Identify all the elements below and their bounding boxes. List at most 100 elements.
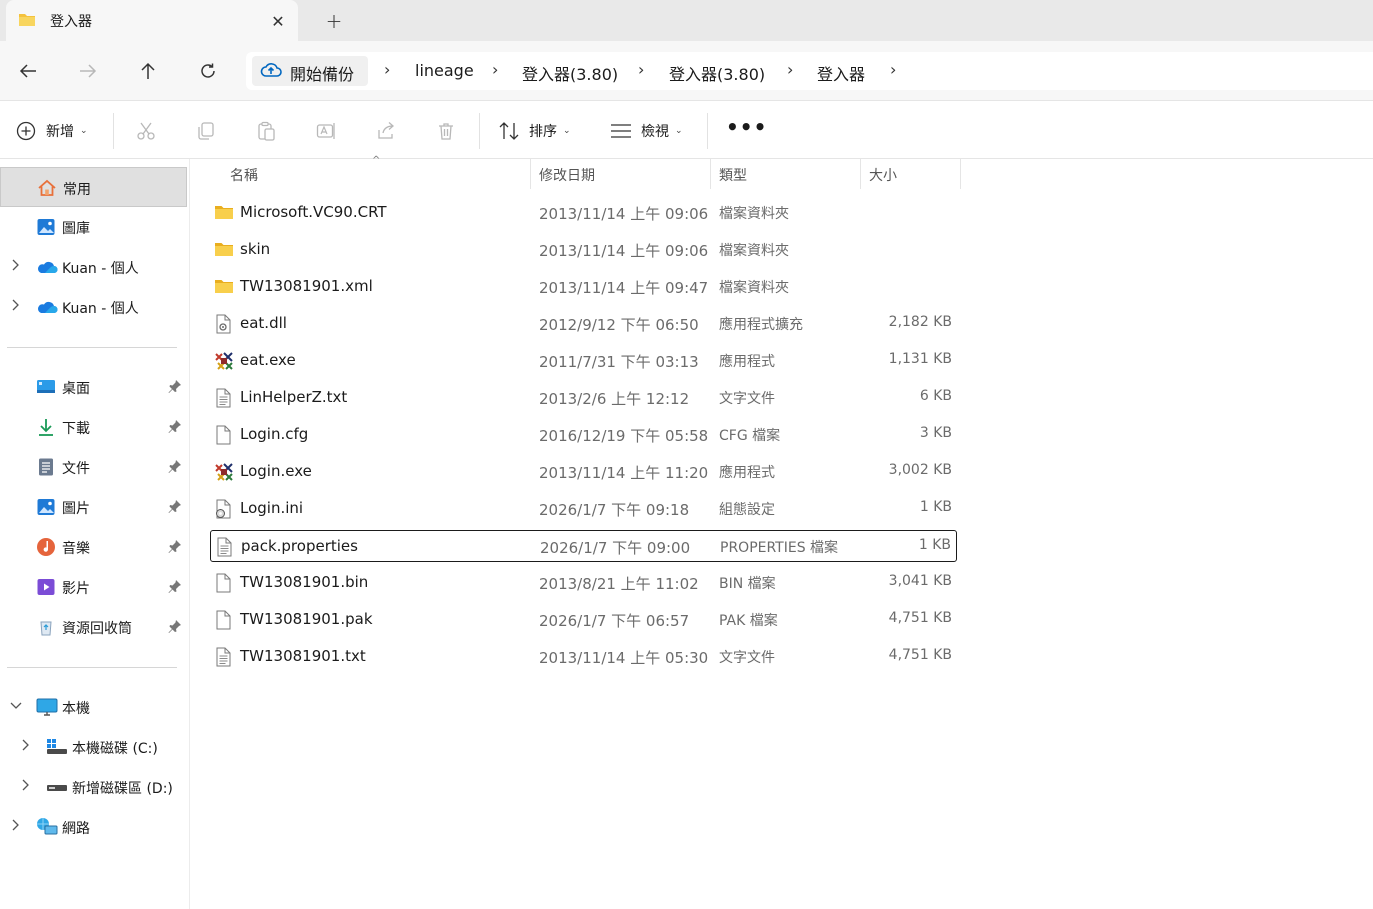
sidebar-item-videos[interactable]: 影片 xyxy=(0,567,187,607)
chevron-down-icon: ⌄ xyxy=(675,126,683,136)
chevron-right-icon[interactable]: › xyxy=(492,60,498,79)
blank-file-icon xyxy=(214,610,234,630)
sidebar-item-onedrive[interactable]: Kuan - 個人 xyxy=(0,247,187,287)
sidebar-item-label: 常用 xyxy=(63,182,91,198)
sort-label: 排序 xyxy=(529,124,557,140)
chevron-down-icon[interactable] xyxy=(10,699,22,713)
sidebar-item-label: 桌面 xyxy=(62,381,90,397)
column-divider[interactable] xyxy=(960,159,961,189)
sidebar-item-pictures[interactable]: 圖片 xyxy=(0,487,187,527)
column-header-modified[interactable]: 修改日期 xyxy=(539,165,595,185)
share-icon[interactable] xyxy=(375,120,397,142)
file-row[interactable]: Login.ini 2026/1/7 下午 09:18 組態設定 1 KB xyxy=(210,493,957,525)
blank-file-icon xyxy=(214,425,234,445)
file-modified-date: 2016/12/19 下午 05:58 xyxy=(539,427,709,445)
file-row[interactable]: eat.exe 2011/7/31 下午 03:13 應用程式 1,131 KB xyxy=(210,345,957,377)
sort-button[interactable]: 排序 ⌄ xyxy=(498,118,571,144)
network-icon xyxy=(36,817,58,837)
column-divider[interactable] xyxy=(530,159,531,189)
chevron-right-icon[interactable]: › xyxy=(787,60,793,79)
documents-icon xyxy=(36,457,56,477)
chevron-right-icon[interactable] xyxy=(10,259,20,274)
sidebar-item-music[interactable]: 音樂 xyxy=(0,527,187,567)
file-row[interactable]: TW13081901.bin 2013/8/21 上午 11:02 BIN 檔案 3,… xyxy=(210,567,957,599)
file-row[interactable]: Login.cfg 2016/12/19 下午 05:58 CFG 檔案 3 KB xyxy=(210,419,957,451)
gallery-icon xyxy=(36,217,56,237)
file-row[interactable]: Microsoft.VC90.CRT 2013/11/14 上午 09:06 檔案資… xyxy=(210,197,957,229)
pin-icon[interactable] xyxy=(168,619,182,637)
forward-arrow-icon xyxy=(80,64,97,78)
sidebar-item-home[interactable]: 常用 xyxy=(0,167,187,207)
breadcrumb-root[interactable]: 開始備份 xyxy=(252,56,368,86)
refresh-button[interactable] xyxy=(192,55,224,87)
sidebar-item-documents[interactable]: 文件 xyxy=(0,447,187,487)
text-file-icon xyxy=(215,537,235,557)
breadcrumb-item[interactable]: lineage xyxy=(415,61,474,80)
column-header-name[interactable]: 名稱 xyxy=(230,165,258,185)
breadcrumb-item[interactable]: 登入器(3.80) xyxy=(522,61,618,85)
file-modified-date: 2013/11/14 上午 09:06 xyxy=(539,242,709,260)
sidebar-item-this-pc[interactable]: 本機 xyxy=(0,687,187,727)
sidebar-item-downloads[interactable]: 下載 xyxy=(0,407,187,447)
rename-icon[interactable] xyxy=(315,120,337,142)
sidebar-item-drive-d[interactable]: 新增磁碟區 (D:) xyxy=(0,767,187,807)
new-button[interactable]: 新增 ⌄ xyxy=(16,118,88,144)
breadcrumb-item-current[interactable]: 登入器 xyxy=(817,61,865,85)
pin-icon[interactable] xyxy=(168,419,182,437)
column-divider[interactable] xyxy=(710,159,711,189)
file-modified-date: 2026/1/7 下午 09:18 xyxy=(539,501,690,519)
dll-file-icon xyxy=(214,314,234,334)
up-button[interactable] xyxy=(132,55,164,87)
sidebar-item-drive-c[interactable]: 本機磁碟 (C:) xyxy=(0,727,187,767)
chevron-right-icon[interactable]: › xyxy=(638,60,644,79)
file-row[interactable]: Login.exe 2013/11/14 上午 11:20 應用程式 3,002 KB xyxy=(210,456,957,488)
chevron-right-icon[interactable] xyxy=(10,819,20,834)
file-row[interactable]: TW13081901.xml 2013/11/14 上午 09:47 檔案資料夾 xyxy=(210,271,957,303)
chevron-right-icon[interactable]: › xyxy=(384,60,390,79)
forward-button[interactable] xyxy=(72,55,104,87)
back-button[interactable] xyxy=(12,55,44,87)
file-row[interactable]: skin 2013/11/14 上午 09:06 檔案資料夾 xyxy=(210,234,957,266)
folder-icon xyxy=(214,203,234,223)
sidebar-item-label: 音樂 xyxy=(62,541,90,557)
file-modified-date: 2013/11/14 上午 09:47 xyxy=(539,279,709,297)
tab-current[interactable]: 登入器 ✕ xyxy=(6,0,298,41)
copy-icon[interactable] xyxy=(195,120,217,142)
chevron-right-icon[interactable] xyxy=(20,739,30,754)
file-modified-date: 2012/9/12 下午 06:50 xyxy=(539,316,699,334)
view-button[interactable]: 檢視 ⌄ xyxy=(610,118,683,144)
file-row[interactable]: eat.dll 2012/9/12 下午 06:50 應用程式擴充 2,182 KB xyxy=(210,308,957,340)
column-header-type[interactable]: 類型 xyxy=(719,165,747,185)
sidebar-item-desktop[interactable]: 桌面 xyxy=(0,367,187,407)
close-tab-icon[interactable]: ✕ xyxy=(266,9,290,33)
pin-icon[interactable] xyxy=(168,539,182,557)
chevron-right-icon[interactable] xyxy=(20,779,30,794)
chevron-right-icon[interactable]: › xyxy=(890,60,896,79)
cut-icon[interactable] xyxy=(135,120,157,142)
column-header-size[interactable]: 大小 xyxy=(869,165,897,185)
pin-icon[interactable] xyxy=(168,499,182,517)
file-row[interactable]: TW13081901.txt 2013/11/14 上午 05:30 文字文件 4,7… xyxy=(210,641,957,673)
new-tab-button[interactable]: + xyxy=(320,7,348,35)
sidebar-item-gallery[interactable]: 圖庫 xyxy=(0,207,187,247)
chevron-down-icon: ⌄ xyxy=(80,126,88,136)
chevron-right-icon[interactable] xyxy=(10,299,20,314)
file-type: 文字文件 xyxy=(719,391,775,407)
delete-icon[interactable] xyxy=(435,120,457,142)
file-row[interactable]: LinHelperZ.txt 2013/2/6 上午 12:12 文字文件 6 KB xyxy=(210,382,957,414)
sidebar-item-onedrive[interactable]: Kuan - 個人 xyxy=(0,287,187,327)
paste-icon[interactable] xyxy=(255,120,277,142)
file-row[interactable]: pack.properties 2026/1/7 下午 09:00 PROPERTI… xyxy=(210,530,957,562)
address-bar[interactable]: 開始備份 › lineage › 登入器(3.80) › 登入器(3.80) ›… xyxy=(246,52,1373,90)
pin-icon[interactable] xyxy=(168,459,182,477)
column-divider[interactable] xyxy=(860,159,861,189)
pin-icon[interactable] xyxy=(168,379,182,397)
pin-icon[interactable] xyxy=(168,579,182,597)
sidebar-item-network[interactable]: 網路 xyxy=(0,807,187,847)
sidebar-item-label: 圖片 xyxy=(62,501,90,517)
breadcrumb-item[interactable]: 登入器(3.80) xyxy=(669,61,765,85)
more-options-icon[interactable]: ••• xyxy=(726,115,767,139)
sidebar-item-recycle-bin[interactable]: 資源回收筒 xyxy=(0,607,187,647)
file-row[interactable]: TW13081901.pak 2026/1/7 下午 06:57 PAK 檔案 4,7… xyxy=(210,604,957,636)
file-name: TW13081901.bin xyxy=(240,573,369,591)
